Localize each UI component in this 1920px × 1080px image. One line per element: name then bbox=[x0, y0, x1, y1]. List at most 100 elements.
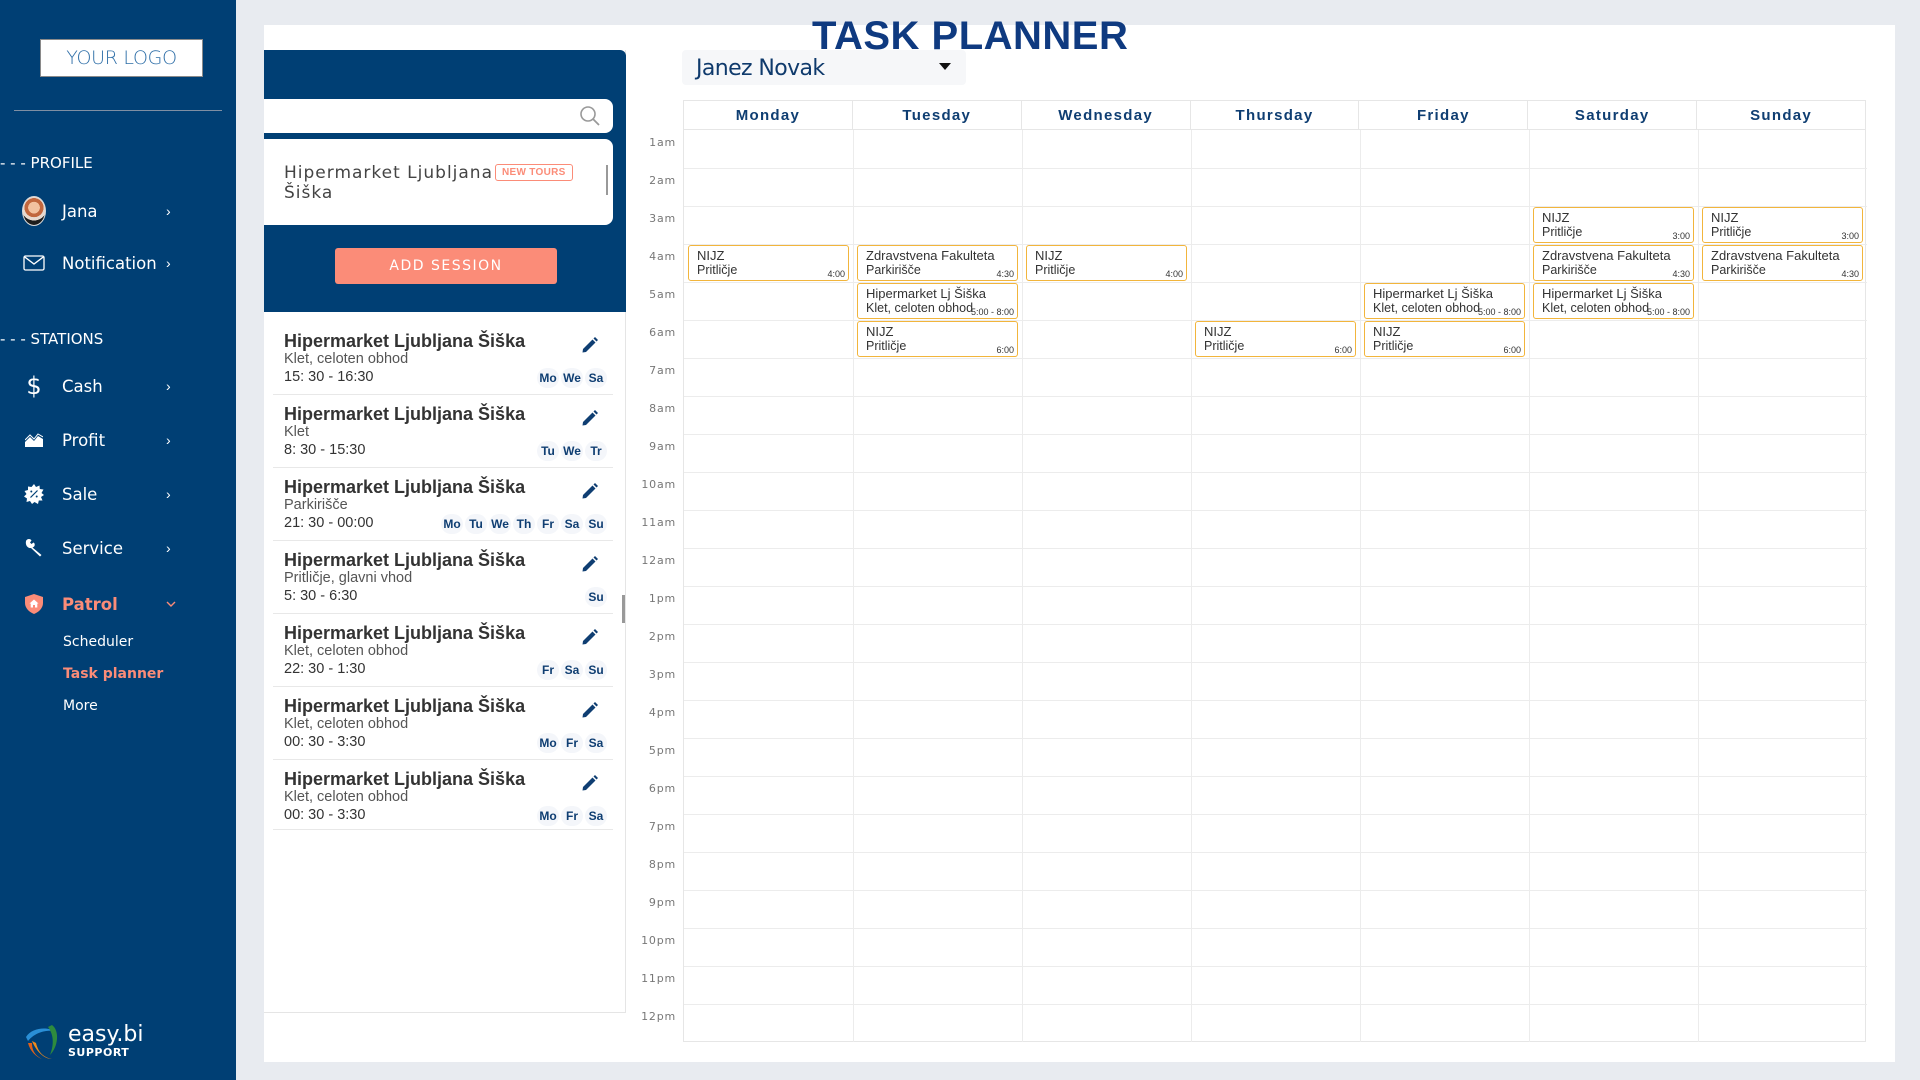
calendar-event[interactable]: Zdravstvena Fakulteta Parkirišče 4:30 bbox=[1533, 245, 1694, 281]
grid-row-line bbox=[684, 1004, 1867, 1005]
day-chip: We bbox=[561, 441, 583, 461]
sidebar-subitem-task-planner[interactable]: Task planner bbox=[63, 666, 163, 682]
sidebar-item-profit[interactable]: Profit › bbox=[0, 420, 236, 460]
sidebar-item-service[interactable]: Service › bbox=[0, 528, 236, 568]
event-location: Pritličje bbox=[1035, 263, 1076, 277]
sidebar-divider bbox=[14, 110, 222, 111]
edit-pencil-icon[interactable] bbox=[581, 409, 599, 427]
sale-badge-icon bbox=[22, 482, 46, 506]
logo[interactable]: YOUR LOGO bbox=[40, 39, 203, 77]
location-scrollbar[interactable] bbox=[606, 165, 608, 195]
day-chip: Su bbox=[585, 514, 607, 534]
sidebar-subitem-scheduler[interactable]: Scheduler bbox=[63, 634, 133, 650]
day-chip: We bbox=[561, 368, 583, 388]
grid-row-line bbox=[684, 928, 1867, 929]
edit-pencil-icon[interactable] bbox=[581, 628, 599, 646]
hour-label: 9am bbox=[649, 440, 676, 453]
grid-row-line bbox=[684, 662, 1867, 663]
day-header: Friday bbox=[1359, 101, 1529, 129]
task-title: Hipermarket Ljubljana Šiška bbox=[284, 623, 526, 643]
task-time: 8: 30 - 15:30 bbox=[284, 442, 366, 458]
task-days: Mo Fr Sa bbox=[537, 806, 607, 826]
task-list-item[interactable]: Hipermarket Ljubljana Šiška Parkirišče 21:… bbox=[273, 468, 613, 541]
edit-pencil-icon[interactable] bbox=[581, 336, 599, 354]
task-list-item[interactable]: Hipermarket Ljubljana Šiška Klet, celoten… bbox=[273, 614, 613, 687]
event-title: Hipermarket Lj Šiška bbox=[1373, 286, 1493, 301]
day-chip: Mo bbox=[441, 514, 463, 534]
calendar-event[interactable]: Zdravstvena Fakulteta Parkirišče 4:30 bbox=[1702, 245, 1863, 281]
stations-section-label: - - - STATIONS bbox=[0, 330, 104, 348]
calendar-event[interactable]: Hipermarket Lj Šiška Klet, celoten obhod 5… bbox=[857, 283, 1018, 319]
hour-label: 4am bbox=[649, 250, 676, 263]
day-chip: Mo bbox=[537, 368, 559, 388]
sidebar-item-notification[interactable]: Notification › bbox=[0, 243, 236, 283]
calendar-event[interactable]: Hipermarket Lj Šiška Klet, celoten obhod 5… bbox=[1533, 283, 1694, 319]
dollar-icon: $ bbox=[26, 372, 42, 400]
calendar-event[interactable]: NIJZ Pritličje 6:00 bbox=[1195, 321, 1356, 357]
calendar-event[interactable]: NIJZ Pritličje 6:00 bbox=[857, 321, 1018, 357]
task-list-item[interactable]: Hipermarket Ljubljana Šiška Klet, celoten… bbox=[273, 687, 613, 760]
event-title: Zdravstvena Fakulteta bbox=[866, 248, 995, 263]
location-card[interactable]: Hipermarket Ljubljana Šiška NEW TOURS bbox=[264, 139, 613, 225]
day-header: Monday bbox=[684, 101, 853, 129]
task-list-item[interactable]: Hipermarket Ljubljana Šiška Pritličje, gl… bbox=[273, 541, 613, 614]
task-time: 22: 30 - 1:30 bbox=[284, 661, 366, 677]
sidebar-item-profile[interactable]: Jana › bbox=[0, 191, 236, 231]
task-time: 00: 30 - 3:30 bbox=[284, 734, 366, 750]
task-days: Mo Fr Sa bbox=[537, 733, 607, 753]
grid-row-line bbox=[684, 814, 1867, 815]
grid-row-line bbox=[684, 776, 1867, 777]
task-subtitle: Klet, celoten obhod bbox=[284, 643, 409, 659]
day-chip: Sa bbox=[561, 514, 583, 534]
calendar-event[interactable]: NIJZ Pritličje 4:00 bbox=[1026, 245, 1187, 281]
event-time: 5:00 - 8:00 bbox=[1646, 307, 1690, 317]
sessions-panel-header: Hipermarket Ljubljana Šiška NEW TOURS AD… bbox=[264, 50, 626, 312]
sidebar-item-sale[interactable]: Sale › bbox=[0, 474, 236, 514]
edit-pencil-icon[interactable] bbox=[581, 482, 599, 500]
day-chip: Tr bbox=[585, 441, 607, 461]
chevron-right-icon: › bbox=[166, 378, 171, 394]
event-time: 4:30 bbox=[996, 269, 1014, 279]
edit-pencil-icon[interactable] bbox=[581, 774, 599, 792]
sidebar-item-label: Sale bbox=[62, 484, 98, 504]
task-days: Fr Sa Su bbox=[537, 660, 607, 680]
event-time: 6:00 bbox=[996, 345, 1014, 355]
edit-pencil-icon[interactable] bbox=[581, 701, 599, 719]
user-select[interactable]: Janez Novak bbox=[682, 50, 966, 85]
envelope-icon bbox=[22, 251, 46, 275]
add-session-button[interactable]: ADD SESSION bbox=[335, 248, 557, 284]
task-list: Hipermarket Ljubljana Šiška Klet, celoten… bbox=[273, 322, 613, 830]
calendar-event[interactable]: NIJZ Pritličje 3:00 bbox=[1702, 207, 1863, 243]
calendar-event[interactable]: Zdravstvena Fakulteta Parkirišče 4:30 bbox=[857, 245, 1018, 281]
brand-logo: easy.bi SUPPORT bbox=[22, 1021, 143, 1061]
easybi-logo-icon bbox=[22, 1021, 62, 1061]
calendar-event[interactable]: NIJZ Pritličje 4:00 bbox=[688, 245, 849, 281]
sidebar-subitem-more[interactable]: More bbox=[63, 698, 98, 714]
day-header: Saturday bbox=[1528, 101, 1698, 129]
event-time: 4:30 bbox=[1841, 269, 1859, 279]
event-time: 4:00 bbox=[827, 269, 845, 279]
calendar-event[interactable]: NIJZ Pritličje 3:00 bbox=[1533, 207, 1694, 243]
event-location: Klet, celoten obhod bbox=[866, 301, 974, 315]
sidebar-item-label: Jana bbox=[62, 201, 98, 221]
sidebar-item-cash[interactable]: $ Cash › bbox=[0, 366, 236, 406]
new-tours-badge: NEW TOURS bbox=[495, 164, 573, 181]
search-input[interactable] bbox=[264, 99, 613, 133]
task-list-item[interactable]: Hipermarket Ljubljana Šiška Klet, celoten… bbox=[273, 760, 613, 830]
task-subtitle: Klet bbox=[284, 424, 309, 440]
search-icon[interactable] bbox=[579, 105, 601, 127]
task-subtitle: Parkirišče bbox=[284, 497, 348, 513]
day-chip: Fr bbox=[537, 660, 559, 680]
calendar-event[interactable]: NIJZ Pritličje 6:00 bbox=[1364, 321, 1525, 357]
sidebar-item-patrol[interactable]: Patrol bbox=[0, 584, 236, 624]
calendar-event[interactable]: Hipermarket Lj Šiška Klet, celoten obhod 5… bbox=[1364, 283, 1525, 319]
grid-row-line bbox=[684, 966, 1867, 967]
edit-pencil-icon[interactable] bbox=[581, 555, 599, 573]
task-time: 21: 30 - 00:00 bbox=[284, 515, 374, 531]
task-list-item[interactable]: Hipermarket Ljubljana Šiška Klet, celoten… bbox=[273, 322, 613, 395]
task-subtitle: Klet, celoten obhod bbox=[284, 716, 409, 732]
task-list-item[interactable]: Hipermarket Ljubljana Šiška Klet 8: 30 - 1… bbox=[273, 395, 613, 468]
grid-row-line bbox=[684, 548, 1867, 549]
task-list-scrollbar[interactable] bbox=[622, 595, 625, 623]
week-calendar: Monday Tuesday Wednesday Thursday Friday Satu… bbox=[683, 100, 1867, 1042]
